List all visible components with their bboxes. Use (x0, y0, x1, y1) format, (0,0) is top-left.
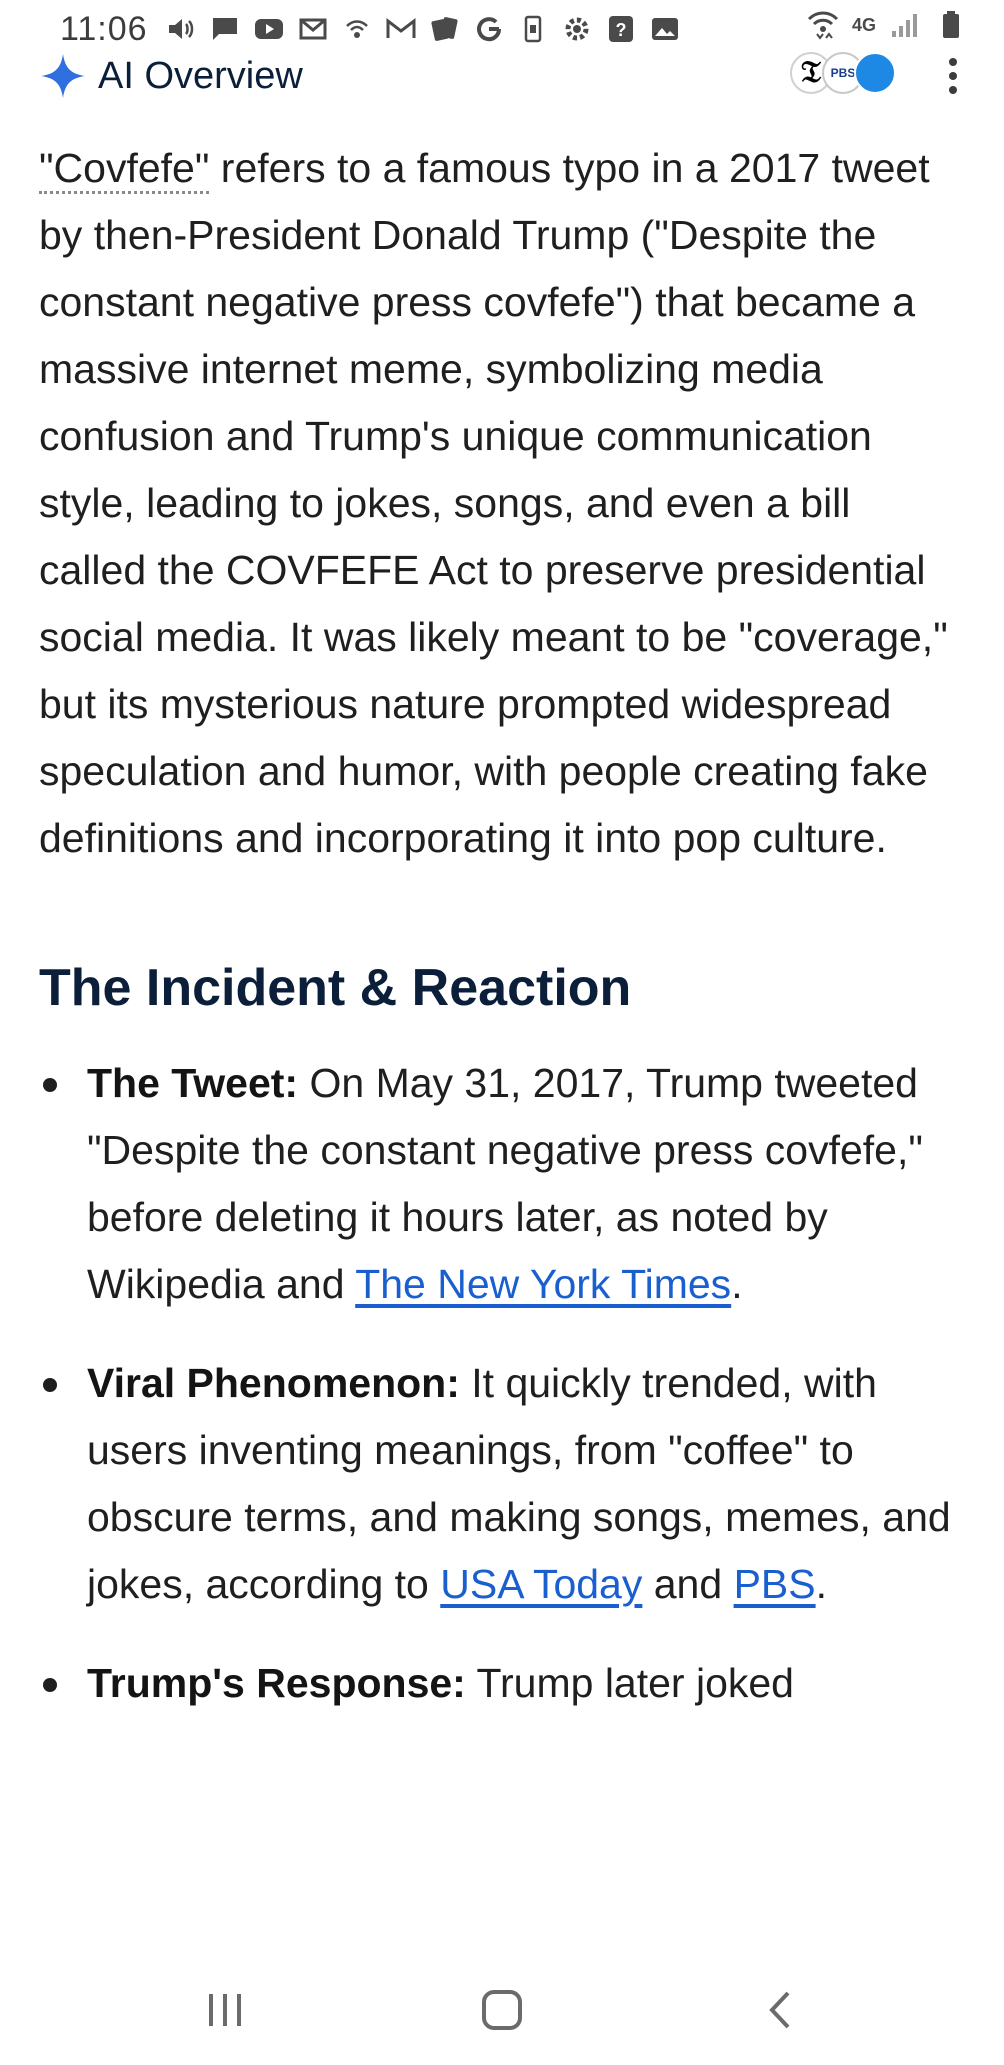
list-item-tweet: The Tweet: On May 31, 2017, Trump tweete… (39, 1050, 964, 1318)
volume-icon (164, 14, 198, 44)
list-item-response: Trump's Response: Trump later joked (39, 1650, 964, 1717)
back-chevron-icon (769, 1991, 790, 2029)
bullet-end: . (731, 1261, 743, 1307)
notification-icons: ? (164, 14, 682, 44)
bullet-between: and (642, 1561, 734, 1607)
list-item-viral: Viral Phenomenon: It quickly trended, wi… (39, 1350, 964, 1618)
status-time: 11:06 (60, 9, 148, 48)
nyt-link[interactable]: The New York Times (355, 1261, 731, 1307)
gmail-icon (384, 14, 418, 44)
back-button[interactable] (745, 1975, 815, 2045)
bullet-dot (43, 1678, 57, 1692)
wifi-icon (806, 10, 840, 40)
battery-icon (934, 10, 968, 40)
svg-text:?: ? (615, 20, 626, 40)
incident-list: The Tweet: On May 31, 2017, Trump tweete… (39, 1050, 964, 1717)
bullet-label: The Tweet: (87, 1060, 299, 1106)
usa-today-link[interactable]: USA Today (440, 1561, 642, 1607)
bullet-dot (43, 1078, 57, 1092)
wifi-call-icon (340, 14, 374, 44)
ai-overview-title: AI Overview (98, 54, 303, 97)
gallery-icon (648, 14, 682, 44)
network-type: 4G (851, 15, 876, 35)
summary-paragraph: "Covfefe" refers to a famous typo in a 2… (39, 135, 964, 872)
signal-icon (888, 10, 922, 40)
system-status: 4G (806, 10, 968, 40)
recents-icon (209, 1994, 241, 2026)
home-button[interactable] (467, 1975, 537, 2045)
recents-button[interactable] (190, 1975, 260, 2045)
bullet-label: Trump's Response: (87, 1660, 466, 1706)
more-options-icon[interactable] (938, 48, 968, 104)
ai-overview-header: AI Overview 𝔗 PBS (38, 48, 968, 104)
source-badges[interactable]: 𝔗 PBS (790, 52, 896, 94)
settings-icon (560, 14, 594, 44)
bullet-text: Trump later joked (465, 1660, 794, 1706)
summary-text: refers to a famous typo in a 2017 tweet … (39, 145, 948, 861)
usa-today-logo-icon (854, 52, 896, 94)
home-icon (482, 1990, 522, 2030)
chat-icon (208, 14, 242, 44)
bullet-end: . (815, 1561, 828, 1607)
navigation-bar (0, 1955, 1004, 2065)
bullet-label: Viral Phenomenon: (87, 1360, 460, 1406)
mail-icon (296, 14, 330, 44)
ai-overview-content: "Covfefe" refers to a famous typo in a 2… (39, 135, 964, 1749)
gemini-spark-icon (41, 54, 85, 98)
help-icon: ? (604, 14, 638, 44)
section-heading: The Incident & Reaction (39, 959, 632, 1017)
cards-icon (428, 14, 462, 44)
google-icon (472, 14, 506, 44)
covfefe-term[interactable]: "Covfefe" (39, 145, 210, 194)
phone-icon (516, 14, 550, 44)
bullet-dot (43, 1378, 57, 1392)
youtube-icon (252, 14, 286, 44)
pbs-link[interactable]: PBS (734, 1561, 816, 1607)
